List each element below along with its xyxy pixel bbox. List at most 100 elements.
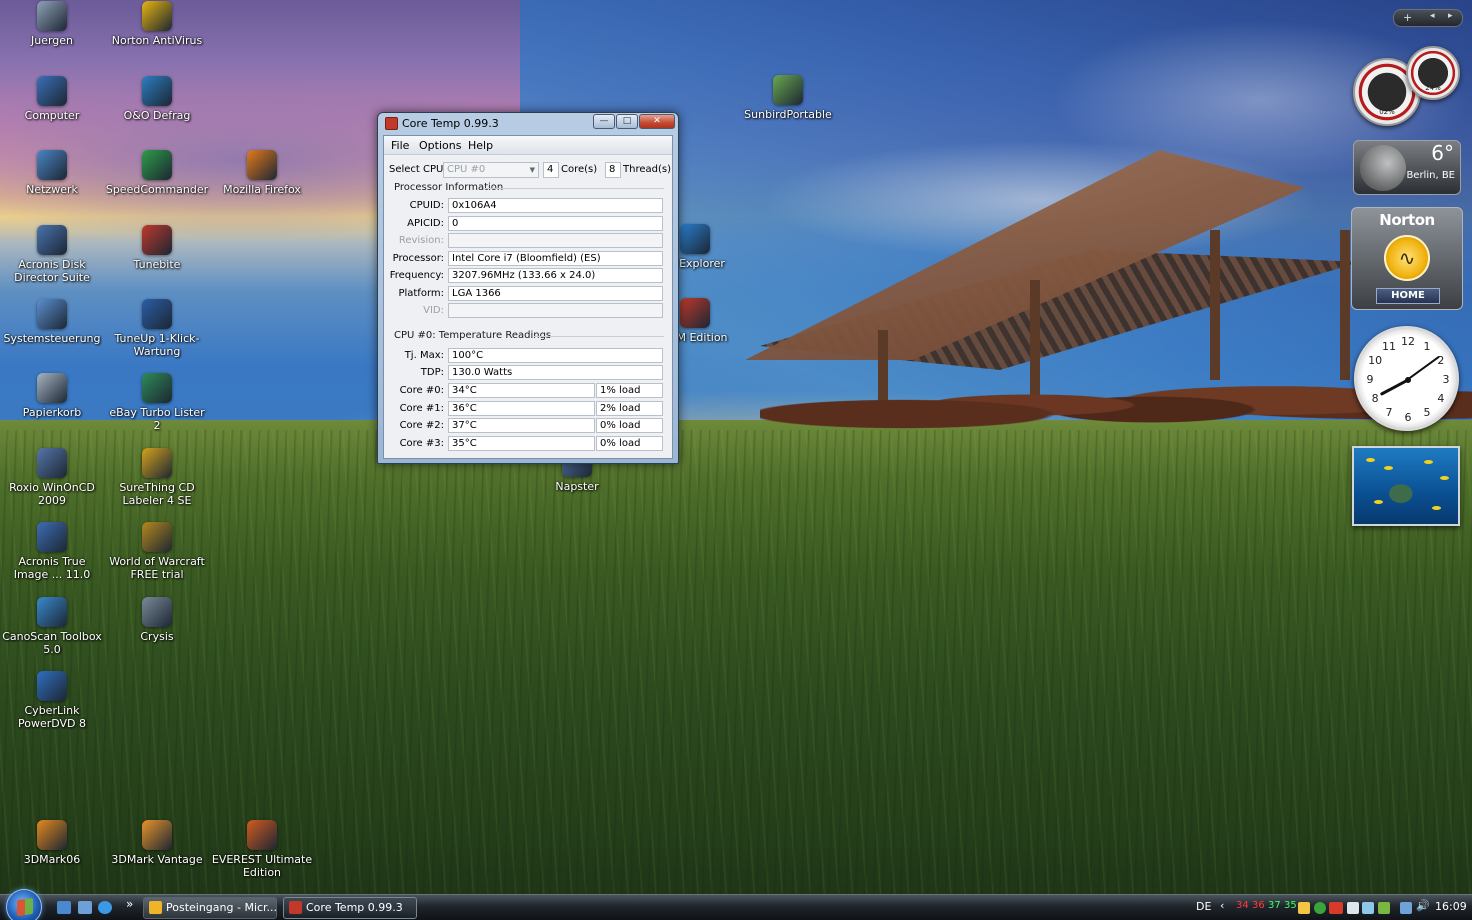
clock-numeral: 4 [1437, 392, 1445, 405]
desktop-icon-defrag[interactable]: O&O Defrag [105, 76, 209, 122]
acronis-disk-icon [37, 225, 67, 255]
show-hidden-icons-chevron-icon[interactable]: ‹ [1220, 899, 1224, 912]
fish-shape [1374, 500, 1383, 504]
explorer-icon [680, 224, 710, 254]
firefox-icon [247, 150, 277, 180]
taskbar-button[interactable]: Posteingang - Micr... [143, 897, 277, 919]
desktop-icon-user-folder[interactable]: Juergen [0, 1, 104, 47]
norton-home-button[interactable]: HOME [1376, 288, 1440, 304]
taskbar-button[interactable]: Core Temp 0.99.3 [283, 897, 417, 919]
quicklaunch-more-button[interactable]: » [126, 897, 133, 911]
canoscan-icon [37, 597, 67, 627]
desktop-icon-3dmark06[interactable]: 3DMark06 [0, 820, 104, 866]
temperature-heading: CPU #0: Temperature Readings [394, 330, 552, 341]
desktop-icon-firefox[interactable]: Mozilla Firefox [210, 150, 314, 196]
clock-gadget[interactable]: 12 1 2 3 4 5 6 7 8 9 10 11 [1354, 326, 1459, 431]
desktop-icon-acronis-true-image[interactable]: Acronis True Image ... 11.0 [0, 522, 104, 581]
network-tray-icon[interactable] [1400, 902, 1412, 914]
bluetooth-tray-icon[interactable] [1362, 902, 1374, 914]
show-desktop-icon[interactable] [57, 901, 71, 914]
switch-windows-icon[interactable] [78, 901, 92, 914]
tray-core-temperature[interactable]: 35 [1284, 900, 1297, 911]
volume-icon[interactable]: 🔊 [1416, 899, 1430, 912]
weather-gadget[interactable]: 6° Berlin, BE [1353, 140, 1461, 195]
cpu-select[interactable]: CPU #0 ▼ [443, 162, 539, 178]
menu-file[interactable]: File [391, 139, 409, 152]
desktop-icon-powerdvd[interactable]: CyberLink PowerDVD 8 [0, 671, 104, 730]
3dmark06-icon [37, 820, 67, 850]
desktop-icon-acronis-disk[interactable]: Acronis Disk Director Suite [0, 225, 104, 284]
recycle-bin-icon [37, 373, 67, 403]
add-gadget-button[interactable]: + [1403, 11, 1412, 24]
ram-meter-gadget[interactable]: 24% [1406, 46, 1460, 100]
clock-numeral: 3 [1442, 373, 1450, 386]
tray-core-temperature[interactable]: 34 [1236, 900, 1249, 911]
warcraft-icon [142, 522, 172, 552]
tray-core-temperature[interactable]: 37 [1268, 900, 1281, 911]
app-tray-icon[interactable] [1378, 902, 1390, 914]
sidebar-prev-button[interactable]: ◂ [1430, 11, 1435, 21]
desktop-icon-computer[interactable]: Computer [0, 76, 104, 122]
sidebar-next-button[interactable]: ▸ [1448, 11, 1453, 21]
info-label: Platform: [398, 287, 444, 299]
desktop-icon-roxio[interactable]: Roxio WinOnCD 2009 [0, 448, 104, 507]
info-value [448, 233, 663, 248]
roxio-icon [37, 448, 67, 478]
maximize-button[interactable]: □ [616, 114, 638, 129]
desktop-wallpaper [0, 0, 1472, 920]
taskbar: » Posteingang - Micr... Core Temp 0.99.3 … [0, 889, 1472, 920]
desktop-icon-speedcommander[interactable]: SpeedCommander [105, 150, 209, 196]
tjmax-value: 100°C [448, 348, 663, 363]
desktop-icon-tunebite[interactable]: Tunebite [105, 225, 209, 271]
window-titlebar[interactable]: Core Temp 0.99.3 — □ ✕ [378, 113, 678, 135]
desktop-icon-crysis[interactable]: Crysis [105, 597, 209, 643]
info-label: CPUID: [409, 200, 444, 211]
desktop-icon-ebay[interactable]: eBay Turbo Lister 2 [105, 373, 209, 432]
3dmark-vantage-icon [142, 820, 172, 850]
clock-minute-hand [1405, 355, 1440, 381]
update-tray-icon[interactable] [1314, 902, 1326, 914]
desktop-icon-explorer[interactable]: Explorer [670, 224, 734, 270]
norton-gadget[interactable]: Norton ∿ HOME [1351, 207, 1463, 310]
desktop-icon-tuneup[interactable]: TuneUp 1-Klick-Wartung [105, 299, 209, 358]
desktop-icon-surething[interactable]: SureThing CD Labeler 4 SE [105, 448, 209, 507]
clock-numeral: 6 [1404, 411, 1412, 424]
minimize-button[interactable]: — [593, 114, 615, 129]
norton-tray-icon[interactable] [1298, 902, 1310, 914]
speedcommander-icon [142, 150, 172, 180]
info-value: Intel Core i7 (Bloomfield) (ES) [448, 250, 663, 266]
desktop-icon-label: Acronis Disk Director Suite [14, 258, 90, 284]
ati-tray-icon[interactable] [1329, 902, 1343, 914]
core-temp-window[interactable]: Core Temp 0.99.3 — □ ✕ File Options Help… [377, 112, 679, 464]
internet-explorer-icon[interactable] [98, 901, 112, 914]
user-folder-icon [37, 1, 67, 31]
desktop-icon-everest[interactable]: EVEREST Ultimate Edition [210, 820, 314, 879]
start-button[interactable] [6, 889, 42, 920]
desktop-icon-m-edition[interactable]: M Edition [670, 298, 734, 344]
language-indicator[interactable]: DE [1196, 900, 1211, 913]
menu-help[interactable]: Help [468, 139, 493, 152]
defrag-icon [142, 76, 172, 106]
weather-temperature: 6° [1431, 141, 1454, 165]
core-temperature: 37°C [448, 418, 595, 433]
desktop-icon-control-panel[interactable]: Systemsteuerung [0, 299, 104, 345]
info-label: Processor: [392, 252, 444, 264]
section-divider [484, 188, 664, 189]
desktop-icon-label: CanoScan Toolbox 5.0 [2, 630, 102, 656]
safely-remove-tray-icon[interactable] [1347, 902, 1359, 914]
desktop-icon-recycle-bin[interactable]: Papierkorb [0, 373, 104, 419]
desktop-icon-warcraft[interactable]: World of Warcraft FREE trial [105, 522, 209, 581]
tdp-value: 130.0 Watts [448, 365, 663, 380]
taskbar-clock[interactable]: 16:09 [1435, 900, 1467, 913]
desktop-icon-canoscan[interactable]: CanoScan Toolbox 5.0 [0, 597, 104, 656]
tray-core-temperature[interactable]: 36 [1252, 900, 1265, 911]
close-button[interactable]: ✕ [639, 114, 675, 129]
desktop-icon-norton-antivirus[interactable]: Norton AntiVirus [105, 1, 209, 47]
ebay-icon [142, 373, 172, 403]
menu-options[interactable]: Options [419, 139, 461, 152]
desktop-icon-sunbird[interactable]: SunbirdPortable [736, 75, 840, 121]
desktop-icon-3dmark-vantage[interactable]: 3DMark Vantage [105, 820, 209, 866]
menu-bar: File Options Help [384, 136, 672, 155]
slideshow-gadget[interactable] [1352, 446, 1460, 526]
desktop-icon-network[interactable]: Netzwerk [0, 150, 104, 196]
